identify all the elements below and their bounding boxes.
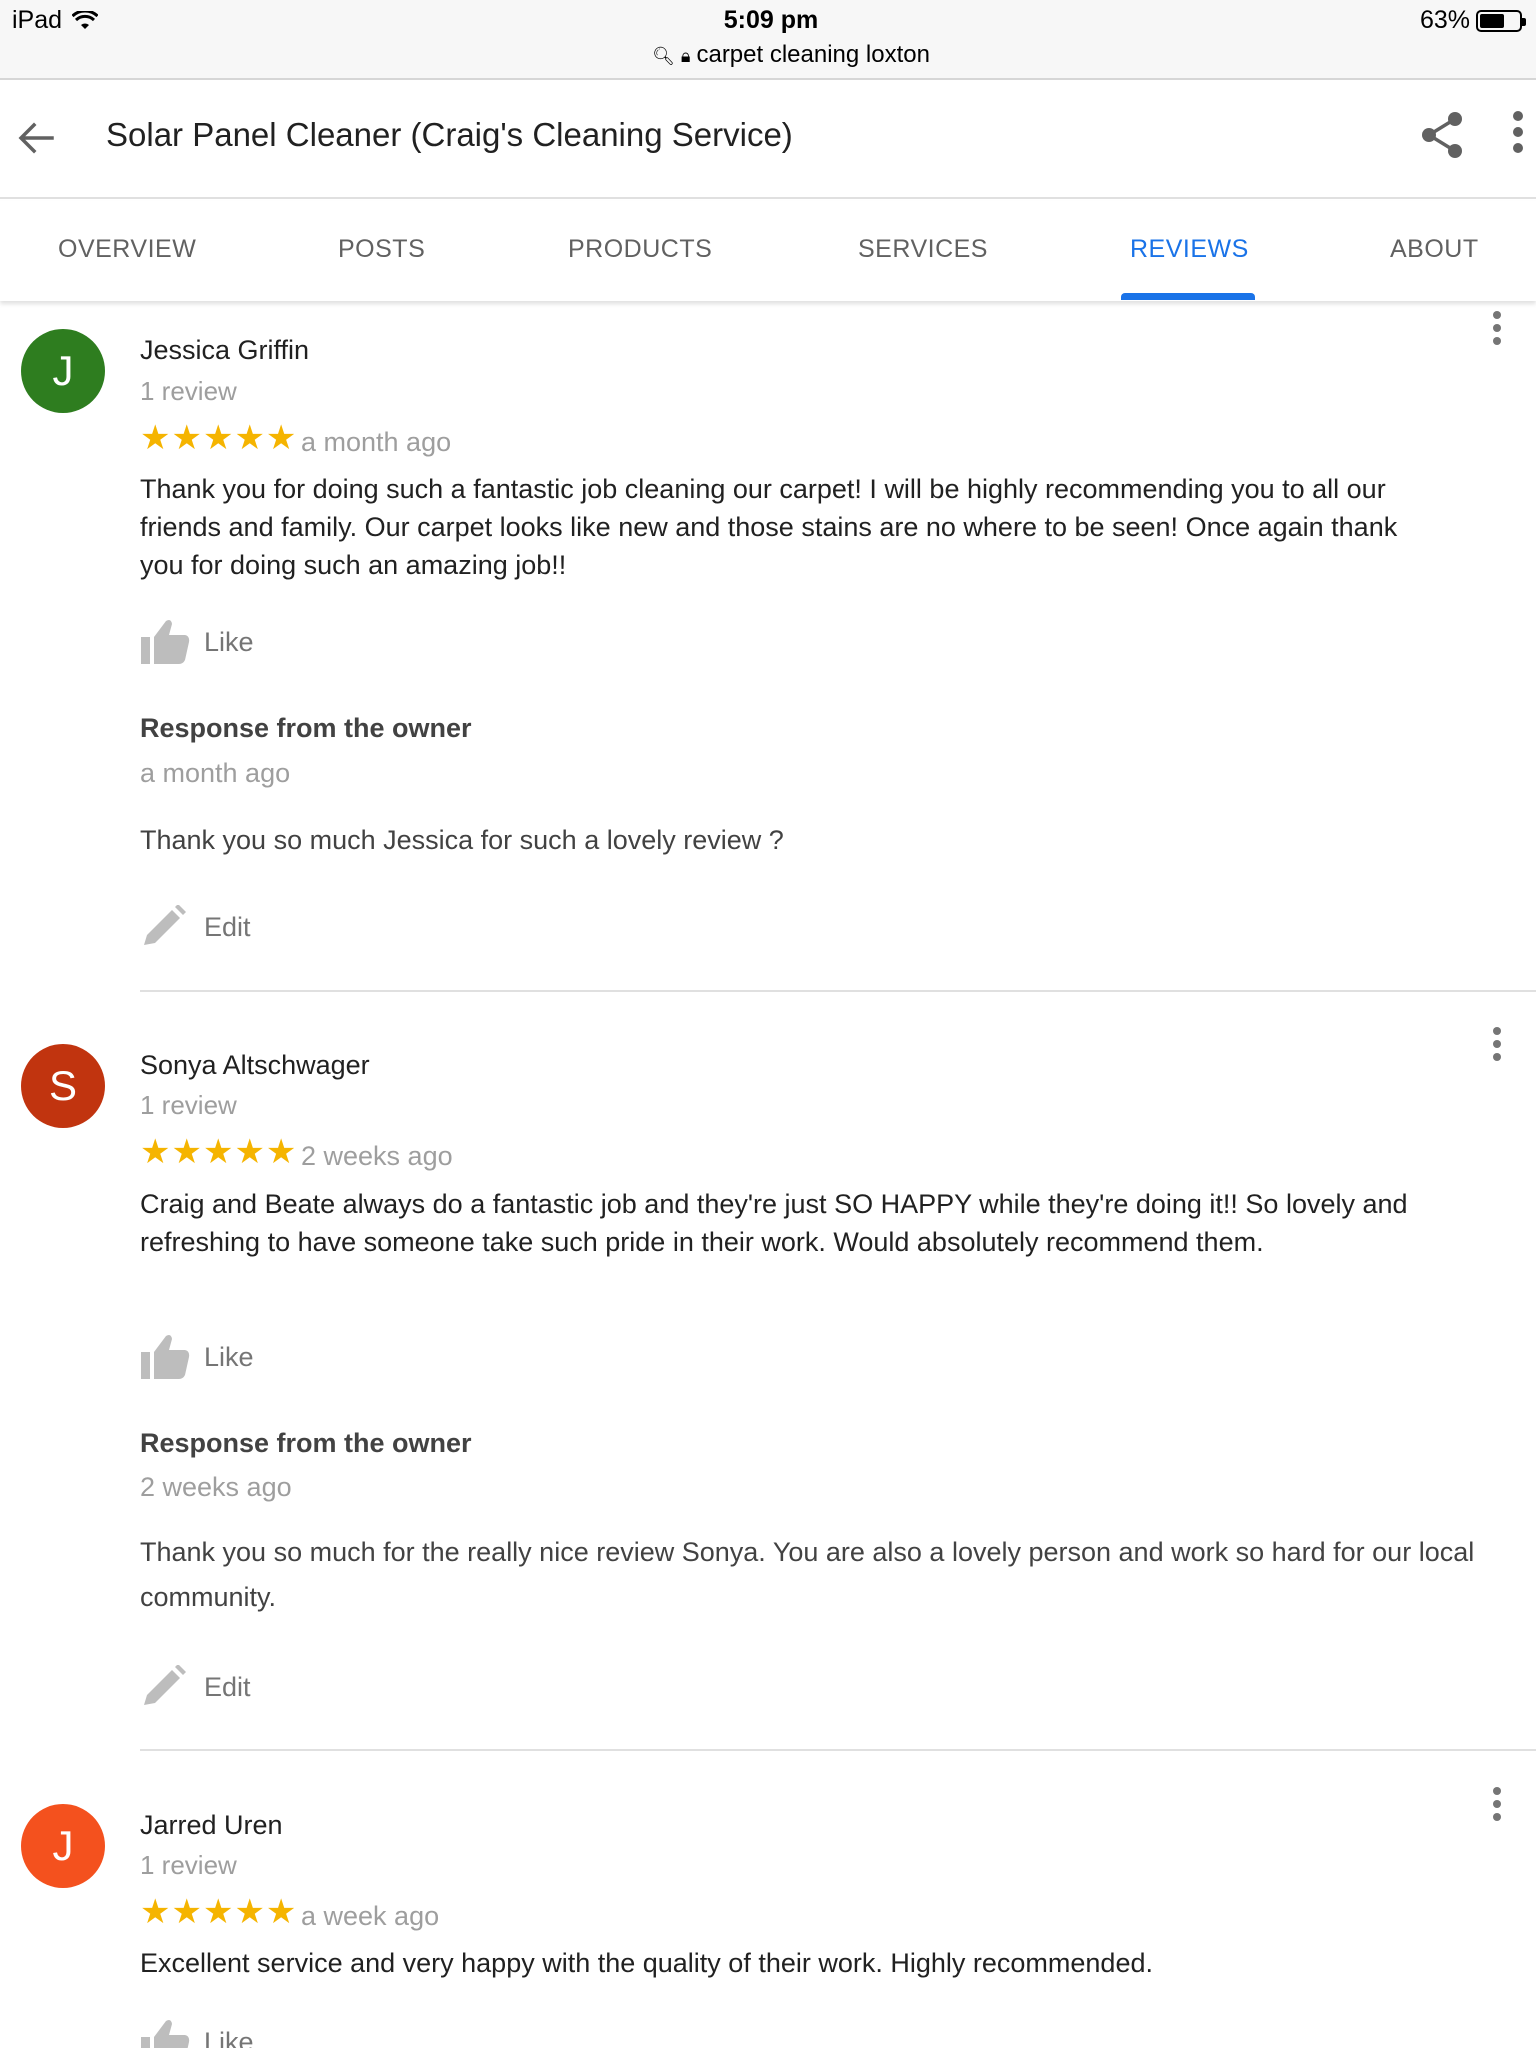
thumb-up-icon bbox=[141, 2020, 190, 2048]
review-text: Thank you for doing such a fantastic job… bbox=[140, 474, 1398, 580]
back-arrow-icon[interactable] bbox=[8, 110, 64, 166]
status-bar: iPad 5:09 pm 🔍︎ 🔒︎ carpet cleaning loxton … bbox=[0, 0, 1536, 80]
address-text: carpet cleaning loxton bbox=[696, 41, 930, 68]
like-label: Like bbox=[204, 1341, 254, 1372]
address-bar[interactable]: 🔍︎ 🔒︎ carpet cleaning loxton bbox=[0, 41, 1536, 69]
lock-icon: 🔒︎ bbox=[680, 46, 691, 66]
review-menu-icon[interactable] bbox=[1482, 1786, 1512, 1826]
share-icon[interactable] bbox=[1418, 110, 1468, 160]
edit-label: Edit bbox=[204, 911, 251, 942]
review-card: J Jarred Uren 1 review ★★★★★ a week ago … bbox=[0, 1780, 1536, 2048]
tab-bar: OVERVIEW POSTS PRODUCTS SERVICES REVIEWS… bbox=[0, 201, 1536, 301]
divider bbox=[140, 990, 1536, 992]
like-button[interactable]: Like bbox=[140, 2017, 254, 2048]
edit-label: Edit bbox=[204, 1671, 251, 1702]
tab-products[interactable]: PRODUCTS bbox=[568, 235, 712, 264]
owner-response-heading: Response from the owner bbox=[140, 1428, 472, 1458]
battery-icon bbox=[1476, 9, 1526, 32]
thumb-up-icon bbox=[141, 620, 190, 664]
reviewer-name[interactable]: Jessica Griffin bbox=[140, 335, 309, 366]
avatar[interactable]: J bbox=[21, 1804, 105, 1888]
review-count: 1 review bbox=[140, 376, 237, 406]
tab-reviews[interactable]: REVIEWS bbox=[1130, 235, 1249, 264]
like-label: Like bbox=[204, 626, 254, 657]
like-button[interactable]: Like bbox=[140, 1332, 254, 1382]
review-time: a month ago bbox=[301, 427, 452, 457]
avatar[interactable]: J bbox=[21, 329, 105, 413]
tab-about[interactable]: ABOUT bbox=[1390, 235, 1479, 264]
thumb-up-icon bbox=[141, 1335, 190, 1379]
review-text: Craig and Beate always do a fantastic jo… bbox=[140, 1189, 1408, 1257]
review-count: 1 review bbox=[140, 1850, 237, 1880]
like-label: Like bbox=[204, 2026, 254, 2048]
owner-response-text: Thank you so much for the really nice re… bbox=[140, 1537, 1475, 1612]
active-tab-indicator bbox=[1121, 293, 1255, 300]
search-icon: 🔍︎ bbox=[652, 46, 675, 66]
star-rating: ★★★★★ bbox=[140, 1133, 298, 1171]
owner-response-time: a month ago bbox=[140, 758, 291, 788]
battery-percent: 63% bbox=[1419, 6, 1470, 34]
reviewer-name[interactable]: Jarred Uren bbox=[140, 1810, 283, 1841]
review-card: S Sonya Altschwager 1 review ★★★★★ 2 wee… bbox=[0, 1020, 1536, 1760]
pencil-icon bbox=[144, 1665, 186, 1705]
review-menu-icon[interactable] bbox=[1482, 1026, 1512, 1066]
status-right: 63% bbox=[1419, 6, 1526, 35]
review-menu-icon[interactable] bbox=[1482, 310, 1512, 350]
review-count: 1 review bbox=[140, 1090, 237, 1120]
more-vert-icon[interactable] bbox=[1500, 110, 1536, 166]
tab-posts[interactable]: POSTS bbox=[338, 235, 425, 264]
tab-services[interactable]: SERVICES bbox=[858, 235, 988, 264]
owner-response-time: 2 weeks ago bbox=[140, 1472, 292, 1502]
clock: 5:09 pm bbox=[723, 6, 819, 34]
owner-response-text: Thank you so much Jessica for such a lov… bbox=[140, 825, 784, 855]
review-card: J Jessica Griffin 1 review ★★★★★ a month… bbox=[0, 305, 1536, 995]
review-text: Excellent service and very happy with th… bbox=[140, 1948, 1153, 1978]
edit-button[interactable]: Edit bbox=[140, 902, 251, 952]
owner-response-heading: Response from the owner bbox=[140, 713, 472, 743]
edit-button[interactable]: Edit bbox=[140, 1662, 251, 1712]
app-bar: Solar Panel Cleaner (Craig's Cleaning Se… bbox=[0, 80, 1536, 199]
like-button[interactable]: Like bbox=[140, 617, 254, 667]
star-rating: ★★★★★ bbox=[140, 419, 298, 457]
page-title: Solar Panel Cleaner (Craig's Cleaning Se… bbox=[106, 116, 793, 153]
reviewer-name[interactable]: Sonya Altschwager bbox=[140, 1050, 370, 1081]
pencil-icon bbox=[144, 905, 186, 945]
avatar[interactable]: S bbox=[21, 1044, 105, 1128]
review-time: a week ago bbox=[301, 1901, 440, 1931]
divider bbox=[140, 1749, 1536, 1751]
tab-overview[interactable]: OVERVIEW bbox=[58, 235, 196, 264]
review-time: 2 weeks ago bbox=[301, 1141, 453, 1171]
star-rating: ★★★★★ bbox=[140, 1893, 298, 1931]
